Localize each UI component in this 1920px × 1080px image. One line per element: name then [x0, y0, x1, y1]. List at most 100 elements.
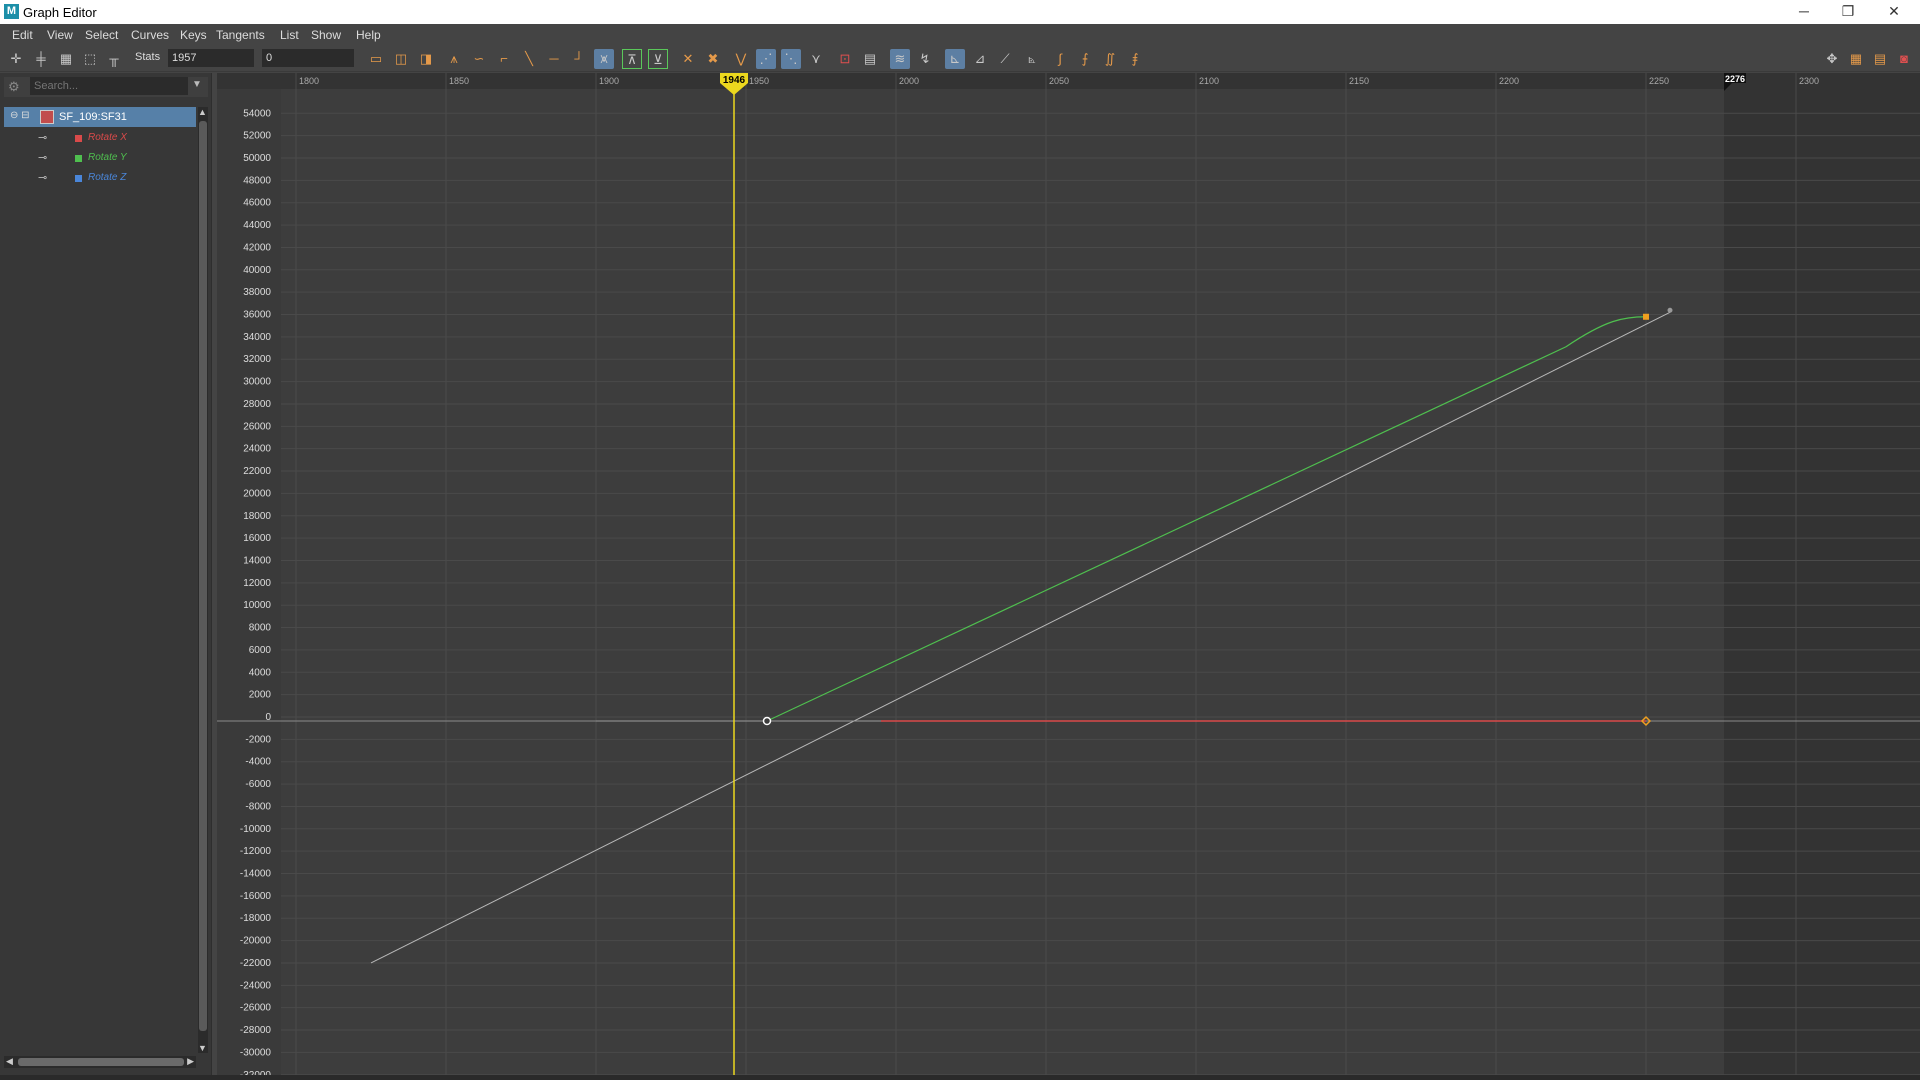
frame-selection-icon[interactable]: ◫	[391, 49, 411, 69]
time-snap-icon[interactable]: ∫	[1050, 49, 1070, 69]
close-button[interactable]: ✕	[1872, 0, 1916, 24]
time-editor-icon[interactable]: ◙	[1894, 49, 1914, 69]
auto-load-icon[interactable]: ⊡	[835, 49, 855, 69]
channel-rotate-z[interactable]: ⊸ Rotate Z	[4, 168, 196, 188]
minimize-button[interactable]: ─	[1782, 0, 1826, 24]
menu-bar: Edit View Select Curves Keys Tangents Li…	[0, 24, 1920, 46]
color-swatch	[75, 175, 82, 182]
auto-tangent-icon[interactable]: ⩚	[444, 49, 464, 69]
value-tick-label: -6000	[245, 779, 271, 790]
denormalize-icon[interactable]: ↯	[915, 49, 935, 69]
move-key-icon[interactable]: ✛	[6, 49, 26, 69]
tangent-handle-end	[1667, 307, 1673, 313]
value-tick-label: -30000	[240, 1047, 272, 1058]
weighted-tangent-icon[interactable]: ⋱	[781, 49, 801, 69]
time-tick-label: 2200	[1499, 76, 1519, 86]
flat-tangent-icon[interactable]: ─	[544, 49, 564, 69]
spline-tangent-icon[interactable]: ∽	[469, 49, 489, 69]
menu-keys[interactable]: Keys	[180, 28, 207, 42]
frame-playback-icon[interactable]: ◨	[416, 49, 436, 69]
frame-field[interactable]	[168, 49, 254, 67]
search-dropdown-icon[interactable]: ▼	[192, 79, 202, 90]
retime-tool-icon[interactable]: ╥	[104, 49, 124, 69]
linear-tangent-icon[interactable]: ╲	[519, 49, 539, 69]
value-tick-label: 14000	[243, 555, 271, 566]
value-field[interactable]	[262, 49, 354, 67]
scroll-up-icon[interactable]: ▲	[198, 107, 207, 117]
dope-sheet-icon[interactable]: ▦	[1846, 49, 1866, 69]
scroll-right-icon[interactable]: ▶	[187, 1056, 194, 1067]
outside-range-shade	[1724, 73, 1920, 1080]
value-tick-label: 40000	[243, 265, 271, 276]
time-tick-label: 2000	[899, 76, 919, 86]
outliner-node[interactable]: ⊖ ⊟ SF_109:SF31	[4, 107, 196, 127]
menu-list[interactable]: List	[280, 28, 299, 42]
outliner-horizontal-scrollbar[interactable]: ◀ ▶	[4, 1056, 196, 1068]
insert-key-icon[interactable]: ╪	[31, 49, 51, 69]
scroll-thumb[interactable]	[18, 1058, 184, 1066]
selected-key-start	[762, 716, 772, 726]
post-infinity-offset-icon[interactable]: ⦝	[1022, 49, 1042, 69]
outliner-vertical-scrollbar[interactable]: ▲ ▼	[198, 107, 208, 1053]
value-tick-label: -24000	[240, 980, 272, 991]
scroll-left-icon[interactable]: ◀	[6, 1056, 13, 1067]
swap-buffer-icon[interactable]: ⊻	[648, 49, 668, 69]
tangent-display-icon[interactable]: ⋎	[806, 49, 826, 69]
post-infinity-cycle-icon[interactable]: ⟋	[995, 49, 1015, 69]
pre-infinity-cycle-icon[interactable]: ⊾	[945, 49, 965, 69]
value-tick-label: -4000	[245, 757, 271, 768]
time-tick-label: 1800	[299, 76, 319, 86]
end-frame-label: 2276	[1725, 74, 1745, 84]
value-tick-label: -20000	[240, 936, 272, 947]
value-tick-label: 54000	[243, 108, 271, 119]
free-weight-icon[interactable]: ⋁	[731, 49, 751, 69]
step-tangent-icon[interactable]: ┘	[569, 49, 589, 69]
value-tick-label: -8000	[245, 801, 271, 812]
menu-edit[interactable]: Edit	[12, 28, 33, 42]
filter-icon[interactable]: ⚙	[8, 79, 24, 95]
restore-button[interactable]: ❐	[1826, 0, 1870, 24]
stacked-view-icon[interactable]: ∬	[1100, 49, 1120, 69]
transform-node-icon	[40, 110, 54, 124]
load-selected-icon[interactable]: ▤	[860, 49, 880, 69]
menu-help[interactable]: Help	[356, 28, 381, 42]
curve-show-icon[interactable]: ⨎	[1125, 49, 1145, 69]
stats-label: Stats	[135, 51, 161, 63]
lock-weight-icon[interactable]: ⋰	[756, 49, 776, 69]
trax-editor-icon[interactable]: ▤	[1870, 49, 1890, 69]
buffer-curve-icon[interactable]: ⊼	[622, 49, 642, 69]
window-title: Graph Editor	[23, 5, 97, 20]
value-snap-icon[interactable]: ⨍	[1075, 49, 1095, 69]
curve-graph[interactable]: 1800 1850 1900 1950 2000 2050 2100 2150 2200 2250…	[217, 73, 1920, 1080]
frame-all-icon[interactable]: ▭	[366, 49, 386, 69]
value-tick-label: -26000	[240, 1003, 272, 1014]
time-tick-label: 2050	[1049, 76, 1069, 86]
menu-tangents[interactable]: Tangents	[216, 28, 265, 42]
unify-tangents-icon[interactable]: ✖	[703, 49, 723, 69]
channel-label: Rotate Y	[88, 152, 127, 163]
menu-curves[interactable]: Curves	[131, 28, 169, 42]
lattice-deform-icon[interactable]: ▦	[56, 49, 76, 69]
search-input[interactable]	[30, 77, 188, 95]
expand-icon[interactable]: ⊖ ⊟	[10, 110, 30, 121]
channel-rotate-y[interactable]: ⊸ Rotate Y	[4, 148, 196, 168]
value-tick-label: -28000	[240, 1025, 272, 1036]
menu-view[interactable]: View	[47, 28, 73, 42]
menu-select[interactable]: Select	[85, 28, 118, 42]
break-tangents-icon[interactable]: ✕	[678, 49, 698, 69]
pan-view-icon[interactable]: ✥	[1822, 49, 1842, 69]
scroll-down-icon[interactable]: ▼	[198, 1043, 207, 1053]
value-tick-label: -10000	[240, 824, 272, 835]
color-swatch	[75, 155, 82, 162]
plateau-tangent-icon[interactable]: ⩙	[594, 49, 614, 69]
pre-infinity-offset-icon[interactable]: ⊿	[970, 49, 990, 69]
value-tick-label: -14000	[240, 869, 272, 880]
region-tool-icon[interactable]: ⬚	[80, 49, 100, 69]
clamped-tangent-icon[interactable]: ⌐	[494, 49, 514, 69]
normalize-icon[interactable]: ≋	[890, 49, 910, 69]
channel-rotate-x[interactable]: ⊸ Rotate X	[4, 128, 196, 148]
value-tick-label: 16000	[243, 533, 271, 544]
graph-view[interactable]: 1800 1850 1900 1950 2000 2050 2100 2150 2200 2250…	[217, 73, 1920, 1080]
menu-show[interactable]: Show	[311, 28, 341, 42]
scroll-thumb[interactable]	[199, 121, 207, 1031]
